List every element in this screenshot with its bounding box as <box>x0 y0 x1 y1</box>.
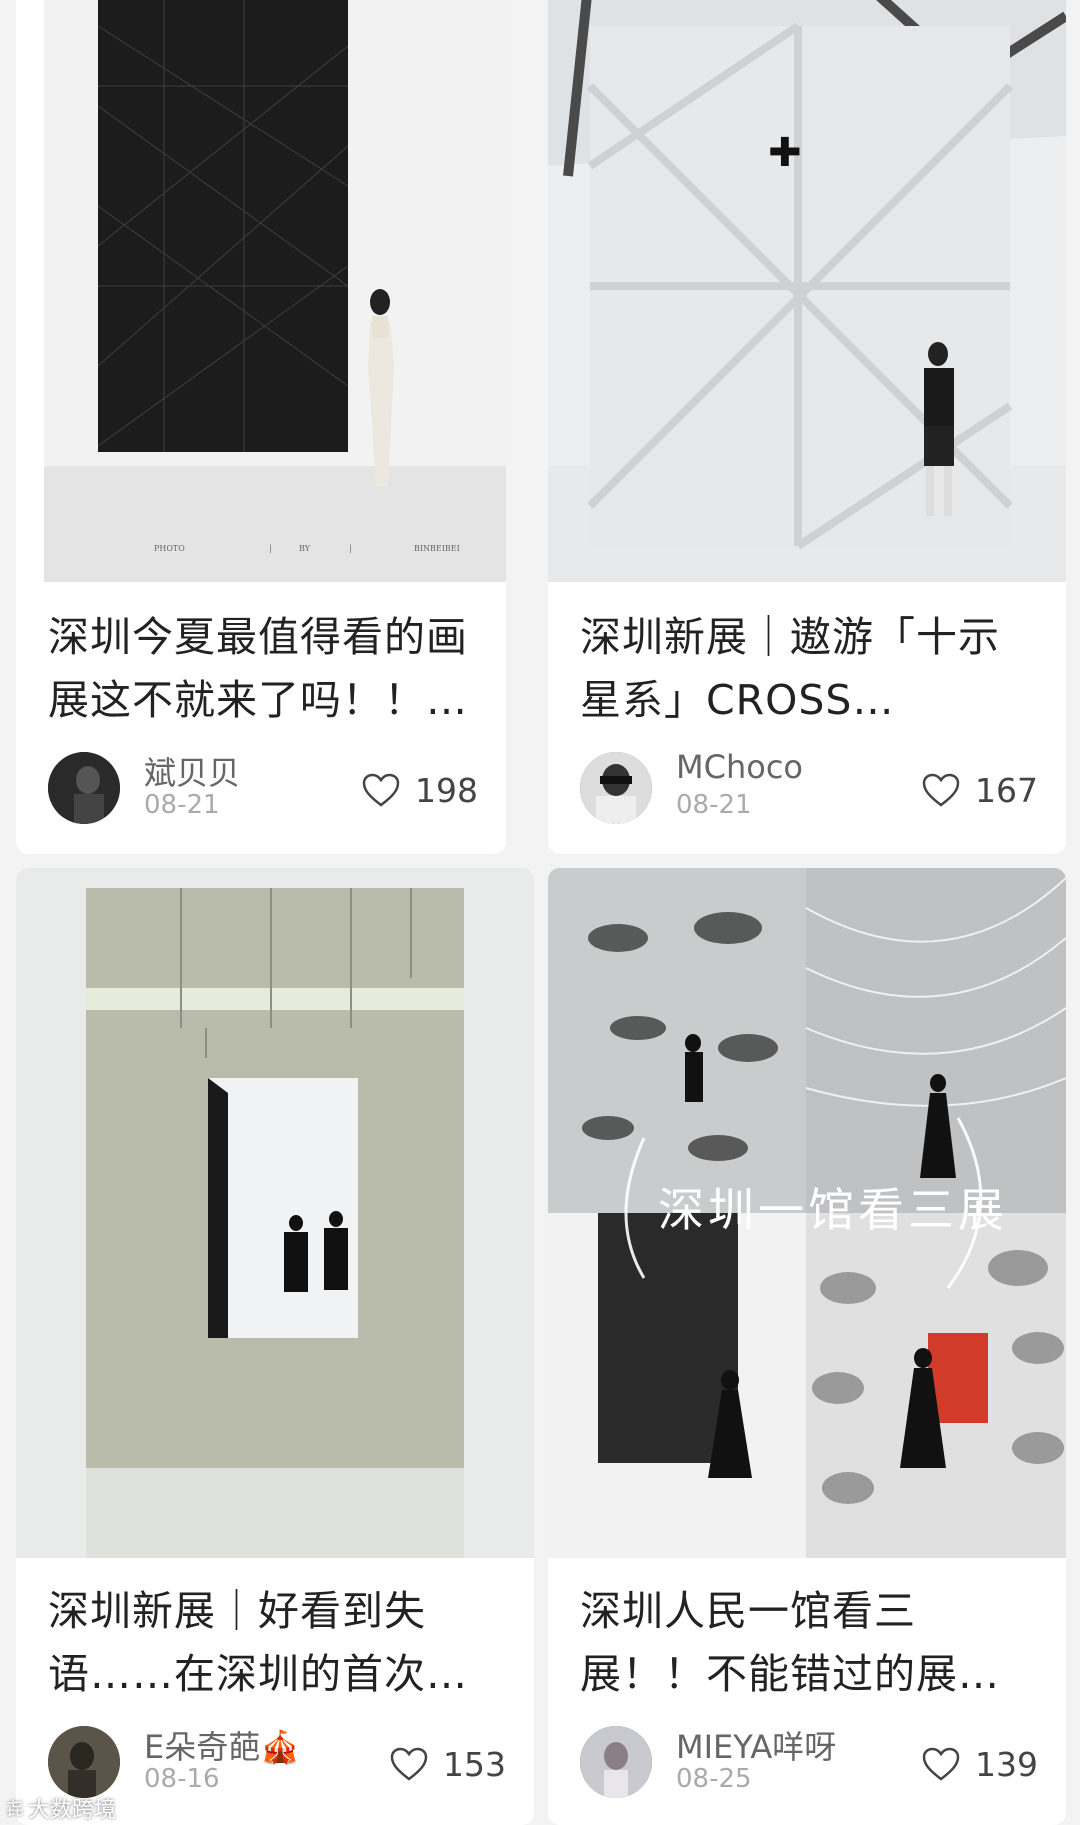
post-image-3[interactable] <box>16 868 534 1558</box>
like-count: 139 <box>975 1744 1038 1784</box>
avatar[interactable] <box>580 1726 652 1798</box>
post-title-1[interactable]: 深圳今夏最值得看的画展这不就来了吗！！… <box>48 606 478 732</box>
like-count: 198 <box>415 770 478 810</box>
svg-text:BINBEIBEI: BINBEIBEI <box>414 544 460 553</box>
post-card-1[interactable]: PHOTO | BY | BINBEIBEI 深圳今夏最值得看的画展这不就来了吗… <box>16 0 506 854</box>
post-card-2[interactable]: ✚ 深圳新展｜遨游「十示星系」CROSS GALAX… MChoco 08-21… <box>548 0 1066 854</box>
post-date: 08-25 <box>676 1764 752 1794</box>
author-row-1: 斌贝贝 08-21 198 <box>48 752 478 828</box>
author-row-2: MChoco 08-21 167 <box>580 748 1038 828</box>
author-name[interactable]: 斌贝贝 <box>144 748 240 794</box>
avatar[interactable] <box>48 1726 120 1798</box>
svg-text:BY: BY <box>299 544 311 553</box>
watermark-text: 大数跨境 <box>28 1798 117 1823</box>
post-image-4[interactable]: 深圳一馆看三展 <box>548 868 1066 1558</box>
heart-icon <box>922 773 960 807</box>
heart-icon <box>922 1747 960 1781</box>
author-name[interactable]: MChoco <box>676 748 803 786</box>
like-button[interactable]: 139 <box>921 1742 1038 1786</box>
author-row-3: E朵奇葩🎪 08-16 153 <box>48 1726 506 1802</box>
watermark-logo-icon: 㐂 <box>6 1799 24 1820</box>
like-button[interactable]: 153 <box>389 1742 506 1786</box>
post-card-4[interactable]: 深圳一馆看三展 深圳人民一馆看三展！！不能错过的展… MIEYA咩呀 08-25… <box>548 868 1066 1825</box>
svg-text:|: | <box>269 544 272 553</box>
post-title-2[interactable]: 深圳新展｜遨游「十示星系」CROSS GALAX… <box>580 606 1038 732</box>
post-title-4[interactable]: 深圳人民一馆看三展！！不能错过的展… <box>580 1580 1038 1706</box>
post-date: 08-21 <box>676 790 752 820</box>
like-count: 153 <box>443 1744 506 1784</box>
like-count: 167 <box>975 770 1038 810</box>
avatar[interactable] <box>580 752 652 824</box>
svg-text:|: | <box>349 544 352 553</box>
heart-icon <box>390 1747 428 1781</box>
post-title-3[interactable]: 深圳新展｜好看到失语……在深圳的首次… <box>48 1580 506 1706</box>
svg-text:PHOTO: PHOTO <box>154 544 185 553</box>
post-image-1[interactable]: PHOTO | BY | BINBEIBEI <box>44 0 506 582</box>
post-date: 08-16 <box>144 1764 220 1794</box>
overlay-title: 深圳一馆看三展 <box>658 1183 1008 1237</box>
like-button[interactable]: 198 <box>361 768 478 812</box>
author-row-4: MIEYA咩呀 08-25 139 <box>580 1726 1038 1802</box>
like-button[interactable]: 167 <box>921 768 1038 812</box>
post-card-3[interactable]: 深圳新展｜好看到失语……在深圳的首次… E朵奇葩🎪 08-16 153 <box>16 868 534 1825</box>
heart-icon <box>362 773 400 807</box>
author-name[interactable]: E朵奇葩🎪 <box>144 1722 300 1768</box>
author-name[interactable]: MIEYA咩呀 <box>676 1722 836 1768</box>
avatar[interactable] <box>48 752 120 824</box>
post-image-2[interactable]: ✚ <box>548 0 1066 582</box>
watermark: 㐂 大数跨境 <box>6 1792 116 1824</box>
svg-text:✚: ✚ <box>768 130 802 176</box>
post-date: 08-21 <box>144 790 220 820</box>
